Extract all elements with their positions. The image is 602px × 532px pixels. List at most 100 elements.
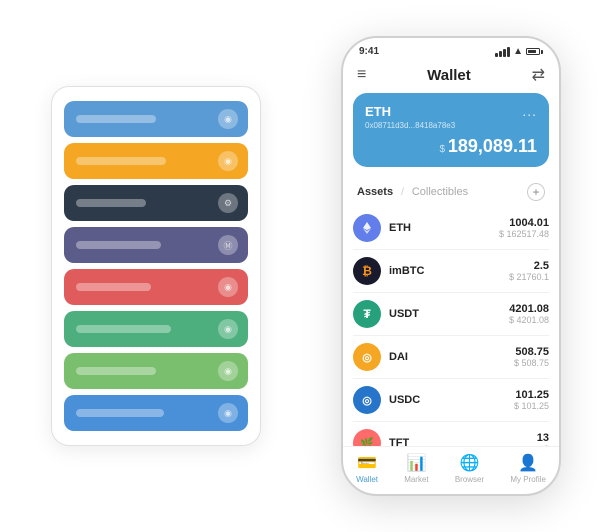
usdt-name: USDT <box>389 308 509 320</box>
assets-tabs: Assets / Collectibles <box>357 186 468 198</box>
phone-mockup: 9:41 ▲ ≡ Wallet ⇄ <box>341 36 561 496</box>
imbtc-name: imBTC <box>389 265 509 277</box>
card-bar-3 <box>76 199 146 207</box>
stack-card-3[interactable]: ⚙ <box>64 185 248 221</box>
eth-usd: $ 162517.48 <box>499 229 549 239</box>
dai-name: DAI <box>389 351 514 363</box>
market-nav-icon: 📊 <box>406 453 426 473</box>
status-time: 9:41 <box>359 46 379 57</box>
nav-market[interactable]: 📊 Market <box>404 453 428 484</box>
nav-wallet[interactable]: 💳 Wallet <box>356 453 378 484</box>
card-bar-7 <box>76 367 156 375</box>
eth-balance-value: 189,089.11 <box>448 136 537 156</box>
browser-nav-icon: 🌐 <box>460 453 480 473</box>
wallet-nav-label: Wallet <box>356 475 378 484</box>
eth-amount: 1004.01 <box>499 217 549 229</box>
usdt-amount: 4201.08 <box>509 303 549 315</box>
card-bar-2 <box>76 157 166 165</box>
stack-card-2[interactable]: ◉ <box>64 143 248 179</box>
card-dot-5: ◉ <box>218 277 238 297</box>
scene: ◉ ◉ ⚙ Ⓜ ◉ ◉ ◉ ◉ <box>21 16 581 516</box>
usdc-icon: ◎ <box>353 386 381 414</box>
phone-content: ETH ... 0x08711d3d...8418a78e3 $ 189,089… <box>343 93 559 446</box>
asset-item-usdt[interactable]: ₮ USDT 4201.08 $ 4201.08 <box>353 293 549 336</box>
card-dot-2: ◉ <box>218 151 238 171</box>
card-bar-6 <box>76 325 171 333</box>
assets-header: Assets / Collectibles + <box>343 177 559 207</box>
stack-card-4[interactable]: Ⓜ <box>64 227 248 263</box>
usdt-usd: $ 4201.08 <box>509 315 549 325</box>
usdc-amount: 101.25 <box>514 389 549 401</box>
usdc-name: USDC <box>389 394 514 406</box>
tab-collectibles[interactable]: Collectibles <box>412 186 468 198</box>
status-bar: 9:41 ▲ <box>343 38 559 61</box>
card-dot-3: ⚙ <box>218 193 238 213</box>
eth-card-title: ETH <box>365 104 391 119</box>
dai-icon: ◎ <box>353 343 381 371</box>
nav-profile[interactable]: 👤 My Profile <box>510 453 546 484</box>
card-dot-8: ◉ <box>218 403 238 423</box>
tft-values: 13 0 <box>537 432 549 446</box>
usdc-values: 101.25 $ 101.25 <box>514 389 549 411</box>
battery-icon <box>526 48 543 55</box>
card-dot-1: ◉ <box>218 109 238 129</box>
stack-card-8[interactable]: ◉ <box>64 395 248 431</box>
eth-address: 0x08711d3d...8418a78e3 <box>365 121 537 130</box>
eth-card-header: ETH ... <box>365 103 537 119</box>
card-bar-5 <box>76 283 151 291</box>
asset-item-tft[interactable]: 🌿 TFT 13 0 <box>353 422 549 446</box>
eth-currency-label: $ 189,089.11 <box>365 136 537 157</box>
profile-nav-label: My Profile <box>510 475 546 484</box>
imbtc-amount: 2.5 <box>509 260 549 272</box>
imbtc-icon: ₿ <box>353 257 381 285</box>
asset-item-eth[interactable]: ETH 1004.01 $ 162517.48 <box>353 207 549 250</box>
browser-nav-label: Browser <box>455 475 484 484</box>
imbtc-usd: $ 21760.1 <box>509 272 549 282</box>
asset-item-imbtc[interactable]: ₿ imBTC 2.5 $ 21760.1 <box>353 250 549 293</box>
nav-browser[interactable]: 🌐 Browser <box>455 453 484 484</box>
eth-name: ETH <box>389 222 499 234</box>
scan-icon[interactable]: ⇄ <box>532 65 545 85</box>
eth-balance-card[interactable]: ETH ... 0x08711d3d...8418a78e3 $ 189,089… <box>353 93 549 167</box>
profile-nav-icon: 👤 <box>518 453 538 473</box>
imbtc-values: 2.5 $ 21760.1 <box>509 260 549 282</box>
card-bar-8 <box>76 409 164 417</box>
menu-icon[interactable]: ≡ <box>357 66 366 84</box>
wallet-nav-icon: 💳 <box>357 453 377 473</box>
card-stack: ◉ ◉ ⚙ Ⓜ ◉ ◉ ◉ ◉ <box>51 86 261 446</box>
signal-icon <box>495 47 510 57</box>
eth-card-more-icon[interactable]: ... <box>522 103 537 119</box>
bottom-nav: 💳 Wallet 📊 Market 🌐 Browser 👤 My Profile <box>343 446 559 494</box>
card-bar-1 <box>76 115 156 123</box>
tft-amount: 13 <box>537 432 549 444</box>
asset-list: ETH 1004.01 $ 162517.48 ₿ imBTC 2.5 $ 21… <box>343 207 559 446</box>
wifi-icon: ▲ <box>513 46 523 57</box>
usdt-values: 4201.08 $ 4201.08 <box>509 303 549 325</box>
add-asset-button[interactable]: + <box>527 183 545 201</box>
usdc-usd: $ 101.25 <box>514 401 549 411</box>
card-dot-6: ◉ <box>218 319 238 339</box>
tft-icon: 🌿 <box>353 429 381 446</box>
tft-name: TFT <box>389 437 537 446</box>
phone-header: ≡ Wallet ⇄ <box>343 61 559 93</box>
stack-card-7[interactable]: ◉ <box>64 353 248 389</box>
market-nav-label: Market <box>404 475 428 484</box>
dai-amount: 508.75 <box>514 346 549 358</box>
eth-icon <box>353 214 381 242</box>
card-bar-4 <box>76 241 161 249</box>
stack-card-6[interactable]: ◉ <box>64 311 248 347</box>
dai-usd: $ 508.75 <box>514 358 549 368</box>
page-title: Wallet <box>427 67 471 84</box>
stack-card-1[interactable]: ◉ <box>64 101 248 137</box>
dai-values: 508.75 $ 508.75 <box>514 346 549 368</box>
tab-separator: / <box>401 187 404 198</box>
card-dot-4: Ⓜ <box>218 235 238 255</box>
tab-assets[interactable]: Assets <box>357 186 393 198</box>
stack-card-5[interactable]: ◉ <box>64 269 248 305</box>
asset-item-usdc[interactable]: ◎ USDC 101.25 $ 101.25 <box>353 379 549 422</box>
card-dot-7: ◉ <box>218 361 238 381</box>
eth-values: 1004.01 $ 162517.48 <box>499 217 549 239</box>
status-icons: ▲ <box>495 46 543 57</box>
usdt-icon: ₮ <box>353 300 381 328</box>
asset-item-dai[interactable]: ◎ DAI 508.75 $ 508.75 <box>353 336 549 379</box>
